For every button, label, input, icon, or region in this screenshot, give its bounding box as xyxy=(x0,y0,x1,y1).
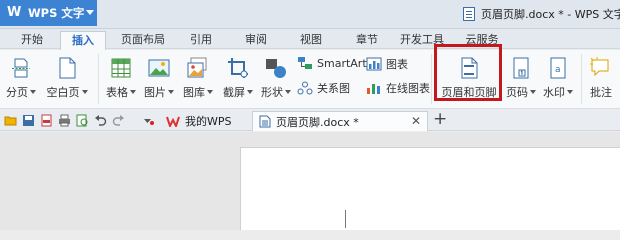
shapes-button[interactable]: 形状 xyxy=(258,56,294,100)
relation-diagram-button[interactable]: 关系图 xyxy=(297,80,350,96)
caret-down-icon xyxy=(285,90,291,94)
undo-icon[interactable] xyxy=(94,114,107,127)
doc-tab-current[interactable]: 页眉页脚.docx * ✕ xyxy=(252,111,428,131)
table-label: 表格 xyxy=(106,86,128,99)
add-tab-icon[interactable]: + xyxy=(433,109,447,129)
app-name: WPS 文字 xyxy=(28,6,85,20)
relation-diagram-label: 关系图 xyxy=(317,82,350,95)
picture-label: 图片 xyxy=(144,86,166,99)
comment-label: 批注 xyxy=(590,86,612,99)
window-title: 页眉页脚.docx * - WPS 文字 xyxy=(463,6,620,22)
tab-home[interactable]: 开始 xyxy=(17,31,47,49)
caret-down-icon xyxy=(567,90,573,94)
tab-insert[interactable]: 插入 xyxy=(60,31,106,50)
menu-tabs: 开始 插入 页面布局 引用 审阅 视图 章节 开发工具 云服务 xyxy=(0,29,620,50)
close-tab-icon[interactable]: ✕ xyxy=(411,114,421,128)
wps-window: W WPS 文字 页眉页脚.docx * - WPS 文字 开始 插入 页面布局… xyxy=(0,0,620,230)
ribbon-separator xyxy=(431,54,432,104)
print-icon[interactable] xyxy=(58,114,71,127)
caret-down-icon xyxy=(130,90,136,94)
gallery-button[interactable]: 图库 xyxy=(180,56,216,100)
page-number-icon xyxy=(509,56,533,80)
document-icon xyxy=(463,7,475,21)
blank-page-button[interactable]: 空白页 xyxy=(44,56,90,100)
picture-button[interactable]: 图片 xyxy=(142,56,176,100)
gallery-label: 图库 xyxy=(183,86,205,99)
table-icon xyxy=(109,56,133,80)
window-title-text: 页眉页脚.docx * - WPS 文字 xyxy=(481,8,620,21)
svg-text:a: a xyxy=(555,65,561,75)
shapes-icon xyxy=(264,56,288,80)
doc-tab-label: 我的WPS xyxy=(185,115,232,128)
caret-down-icon xyxy=(247,90,253,94)
blank-page-icon xyxy=(55,56,79,80)
tab-page-layout[interactable]: 页面布局 xyxy=(119,31,167,49)
watermark-button[interactable]: a 水印 xyxy=(541,56,575,100)
ribbon-separator xyxy=(98,54,99,104)
save-icon[interactable] xyxy=(22,114,35,127)
gallery-icon xyxy=(186,56,210,80)
tab-review[interactable]: 审阅 xyxy=(242,31,270,49)
caret-down-icon xyxy=(168,90,174,94)
smartart-icon xyxy=(297,56,313,70)
table-button[interactable]: 表格 xyxy=(104,56,138,100)
screenshot-label: 截屏 xyxy=(223,86,245,99)
smartart-label: SmartArt xyxy=(317,56,367,70)
document-canvas xyxy=(0,132,620,230)
caret-down-icon xyxy=(207,90,213,94)
tab-chapter[interactable]: 章节 xyxy=(353,31,381,49)
comment-icon xyxy=(589,56,613,80)
tab-view[interactable]: 视图 xyxy=(297,31,325,49)
watermark-label: 水印 xyxy=(543,86,565,99)
page-number-button[interactable]: 页码 xyxy=(505,56,537,100)
export-pdf-icon[interactable] xyxy=(40,114,53,127)
online-chart-icon xyxy=(366,81,382,95)
caret-down-icon xyxy=(81,90,88,94)
page-break-label: 分页 xyxy=(6,86,28,99)
print-preview-icon[interactable] xyxy=(76,114,89,127)
customize-toolbar-icon[interactable] xyxy=(142,114,155,127)
doc-tab-label: 页眉页脚.docx * xyxy=(276,115,359,129)
highlight-box xyxy=(434,44,502,101)
page-number-label: 页码 xyxy=(506,86,528,99)
screenshot-button[interactable]: 截屏 xyxy=(220,56,256,100)
page-break-button[interactable]: 分页 xyxy=(6,56,36,100)
open-folder-icon[interactable] xyxy=(4,114,17,127)
online-chart-button[interactable]: 在线图表 xyxy=(366,80,430,96)
online-chart-label: 在线图表 xyxy=(386,82,430,95)
title-bar: W WPS 文字 页眉页脚.docx * - WPS 文字 xyxy=(0,0,620,29)
document-icon xyxy=(259,115,271,128)
watermark-icon: a xyxy=(546,56,570,80)
chart-icon xyxy=(366,57,382,71)
relation-diagram-icon xyxy=(297,81,313,95)
ribbon-insert: 分页 空白页 表格 图片 图库 截屏 形状 SmartArt 关系图 图表 在线… xyxy=(0,50,620,109)
wps-logo-icon xyxy=(166,116,180,127)
chart-label: 图表 xyxy=(386,58,408,71)
shapes-label: 形状 xyxy=(261,86,283,99)
page-break-icon xyxy=(9,56,33,80)
doc-tab-my-wps[interactable]: 我的WPS xyxy=(160,111,248,131)
screenshot-icon xyxy=(226,56,250,80)
comment-button[interactable]: 批注 xyxy=(586,56,616,100)
smartart-button[interactable]: SmartArt xyxy=(297,56,367,70)
chart-button[interactable]: 图表 xyxy=(366,56,408,72)
text-cursor xyxy=(345,210,346,228)
caret-down-icon xyxy=(30,90,36,94)
picture-icon xyxy=(147,56,171,80)
blank-page-label: 空白页 xyxy=(46,86,80,99)
tab-references[interactable]: 引用 xyxy=(187,31,215,49)
quick-access-bar: 我的WPS 页眉页脚.docx * ✕ + xyxy=(0,109,620,131)
app-menu-button[interactable]: W WPS 文字 xyxy=(0,0,97,26)
caret-down-icon xyxy=(530,90,536,94)
redo-icon[interactable] xyxy=(112,114,125,127)
document-page[interactable] xyxy=(240,147,620,230)
ribbon-separator xyxy=(581,54,582,104)
chevron-down-icon xyxy=(86,10,94,15)
wps-logo-icon: W xyxy=(7,5,22,20)
